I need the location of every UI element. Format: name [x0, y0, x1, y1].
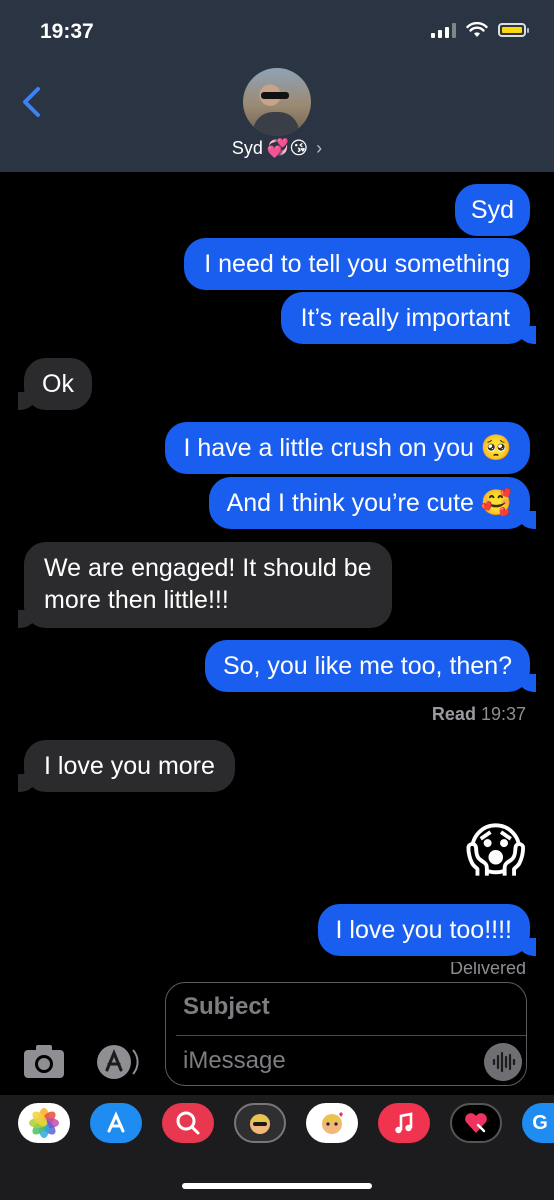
outgoing-emoji-message[interactable]: 😱	[466, 816, 526, 886]
message-input[interactable]	[183, 1043, 463, 1079]
outgoing-message[interactable]: So, you like me too, then?	[204, 640, 537, 692]
g-app-label: G	[532, 1111, 548, 1134]
outgoing-message[interactable]: I need to tell you something	[184, 238, 530, 290]
contact-avatar[interactable]	[243, 68, 311, 136]
status-time: 19:37	[40, 20, 94, 43]
message-text: Ok	[42, 370, 74, 398]
camera-icon[interactable]	[22, 1042, 66, 1080]
read-time: 19:37	[480, 704, 526, 724]
outgoing-message[interactable]: And I think you’re cute 🥰	[208, 477, 537, 529]
g-app-icon[interactable]: G	[522, 1103, 554, 1143]
home-indicator[interactable]	[182, 1183, 372, 1189]
subject-field[interactable]: Subject	[183, 993, 270, 1021]
message-text-line-1: We are engaged! It should be	[44, 554, 372, 582]
battery-icon	[498, 23, 529, 37]
music-app-icon[interactable]	[378, 1103, 430, 1143]
message-text: I love you too!!!!	[335, 916, 513, 944]
compose-box[interactable]: Subject	[165, 982, 527, 1086]
outgoing-message[interactable]: I have a little crush on you 🥺	[165, 422, 530, 474]
read-label: Read	[431, 704, 476, 724]
back-chevron-icon[interactable]	[18, 84, 48, 120]
conversation-header: 19:37 Syd 💞😘 ›	[0, 0, 554, 172]
message-text: And I think you’re cute 🥰	[226, 489, 512, 517]
photos-app-icon[interactable]	[18, 1103, 70, 1143]
message-text-line-2: more then little!!!	[44, 586, 229, 614]
app-store-app-icon[interactable]	[90, 1103, 142, 1143]
memoji-stickers-app-icon[interactable]	[306, 1103, 358, 1143]
message-text: So, you like me too, then?	[222, 652, 512, 680]
message-text: It’s really important	[300, 304, 510, 332]
delivered-status: Delivered	[449, 962, 526, 974]
read-receipt: Read 19:37	[432, 704, 526, 725]
outgoing-message[interactable]: I love you too!!!!	[317, 904, 536, 956]
contact-name-row[interactable]: Syd 💞😘 ›	[0, 138, 554, 159]
incoming-message[interactable]: I love you more	[18, 740, 235, 792]
memoji-app-icon[interactable]	[234, 1103, 286, 1143]
waveform-icon[interactable]	[484, 1043, 522, 1081]
cellular-signal-icon	[431, 22, 456, 38]
app-store-icon[interactable]	[94, 1042, 140, 1082]
incoming-message[interactable]: Ok	[18, 358, 92, 410]
status-icons	[431, 22, 529, 38]
message-text: Syd	[470, 196, 514, 224]
contact-name: Syd	[231, 138, 263, 158]
digital-touch-app-icon[interactable]	[450, 1103, 502, 1143]
message-text: I love you more	[44, 752, 215, 780]
message-text: I need to tell you something	[204, 250, 510, 278]
outgoing-message[interactable]: It’s really important	[280, 292, 537, 344]
message-text: I have a little crush on you 🥺	[183, 434, 512, 462]
incoming-message[interactable]: We are engaged! It should be more then l…	[18, 542, 392, 628]
chevron-right-icon: ›	[316, 138, 323, 158]
search-images-app-icon[interactable]	[162, 1103, 214, 1143]
contact-emojis: 💞😘	[266, 138, 309, 158]
outgoing-message[interactable]: Syd	[454, 184, 530, 236]
wifi-icon	[466, 22, 488, 37]
compose-divider	[176, 1035, 526, 1036]
